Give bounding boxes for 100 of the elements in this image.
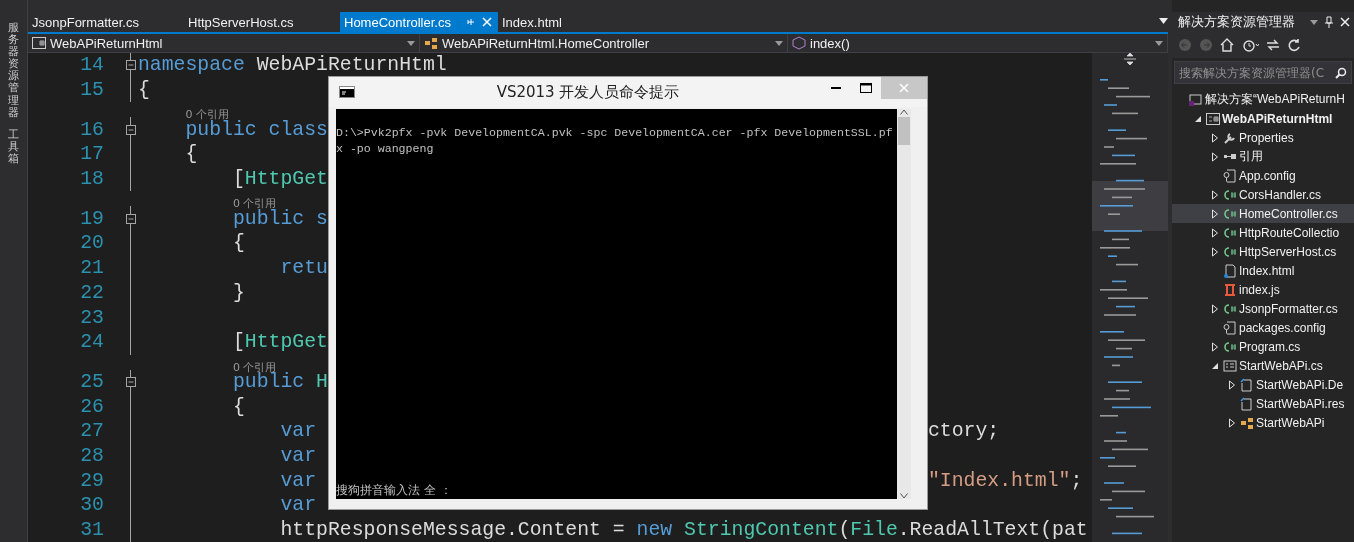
- js-file-icon: [1223, 282, 1237, 297]
- collapsed-arrow-icon[interactable]: [1210, 246, 1219, 257]
- tree-item[interactable]: StartWebAPi.De: [1172, 375, 1354, 394]
- config-file-icon: [1223, 168, 1237, 183]
- csharp-file-icon: [1223, 225, 1237, 240]
- collapsed-arrow-icon[interactable]: [1227, 379, 1236, 390]
- document-tab[interactable]: JsonpFormatter.cs: [28, 12, 184, 32]
- expanded-arrow-icon[interactable]: [1210, 361, 1219, 370]
- code-text: ctory;: [928, 420, 1000, 443]
- scroll-down-icon[interactable]: [900, 493, 908, 499]
- code-text: [HttpGet: [232, 168, 328, 191]
- csharp-file-icon: [1223, 187, 1237, 202]
- tree-item[interactable]: packages.config: [1172, 318, 1354, 337]
- csharp-project-icon: [1206, 111, 1220, 126]
- csharp-project-icon: [32, 36, 46, 50]
- sync-icon[interactable]: [1266, 38, 1280, 52]
- designer-file-icon: [1240, 396, 1254, 411]
- line-number: 23: [79, 306, 105, 329]
- scrollbar-thumb[interactable]: [898, 117, 910, 145]
- dropdown-caret-icon[interactable]: [775, 40, 783, 46]
- panel-menu-caret-icon[interactable]: [1310, 19, 1318, 25]
- line-number: 19: [79, 207, 105, 230]
- line-number: 14: [79, 54, 105, 77]
- code-text: var: [280, 494, 317, 517]
- tree-item[interactable]: Program.cs: [1172, 337, 1354, 356]
- code-text: "Index.html";: [928, 469, 1083, 492]
- tree-item[interactable]: HttpServerHost.cs: [1172, 242, 1354, 261]
- tree-item[interactable]: HomeController.cs: [1172, 204, 1354, 223]
- close-icon[interactable]: [1340, 17, 1350, 27]
- code-text: {: [138, 79, 150, 102]
- line-number: 26: [79, 395, 105, 418]
- collapsed-arrow-icon[interactable]: [1210, 303, 1219, 314]
- tree-item[interactable]: WebAPiReturnHtml: [1172, 109, 1354, 128]
- csharp-file-icon: [1223, 244, 1237, 259]
- collapse-toggle-icon[interactable]: [126, 376, 136, 387]
- line-number: 25: [79, 370, 105, 393]
- collapsed-arrow-icon[interactable]: [1210, 341, 1219, 352]
- code-text: }: [232, 281, 245, 304]
- document-tab[interactable]: HttpServerHost.cs: [184, 12, 340, 32]
- tree-item[interactable]: HttpRouteCollectio: [1172, 223, 1354, 242]
- close-icon: [899, 83, 909, 93]
- home-icon[interactable]: [1220, 38, 1234, 52]
- split-handle-icon[interactable]: [1124, 53, 1136, 65]
- form-file-icon: [1223, 358, 1237, 373]
- window-title: VS2013 开发人员命令提示: [495, 82, 681, 102]
- line-number: 22: [79, 281, 105, 304]
- side-panel-tab[interactable]: 服务器资源管理器: [8, 22, 19, 119]
- collapse-toggle-icon[interactable]: [126, 124, 136, 135]
- side-panel-tab[interactable]: 工具箱: [8, 128, 19, 166]
- collapsed-arrow-icon[interactable]: [1210, 189, 1219, 200]
- tree-item[interactable]: CorsHandler.cs: [1172, 185, 1354, 204]
- tree-item[interactable]: JsonpFormatter.cs: [1172, 299, 1354, 318]
- code-text: [HttpGet: [232, 331, 328, 354]
- dropdown-caret-icon[interactable]: [1155, 40, 1163, 46]
- maximize-icon: [860, 83, 872, 93]
- tree-item[interactable]: index.js: [1172, 280, 1354, 299]
- line-number: 20: [79, 232, 105, 255]
- tab-list-caret-icon[interactable]: [1159, 18, 1168, 24]
- dropdown-caret-icon[interactable]: [407, 40, 415, 46]
- minimize-icon: [831, 87, 841, 89]
- method-icon: [792, 36, 806, 50]
- line-number: 16: [79, 118, 105, 141]
- line-number: 27: [79, 420, 105, 443]
- line-number: 24: [79, 331, 105, 354]
- tree-item[interactable]: StartWebAPi.res: [1172, 394, 1354, 413]
- tree-item[interactable]: StartWebAPi: [1172, 413, 1354, 432]
- collapsed-arrow-icon[interactable]: [1210, 132, 1219, 143]
- tree-item[interactable]: Index.html: [1172, 261, 1354, 280]
- code-text: var: [280, 420, 317, 443]
- code-text: namespace WebAPiReturnHtml: [138, 54, 447, 77]
- search-field[interactable]: 搜索解决方案资源管理器(C: [1174, 61, 1352, 84]
- solution-icon: [1189, 92, 1203, 107]
- navigation-dropdown[interactable]: index(): [788, 34, 1168, 52]
- expanded-arrow-icon[interactable]: [1193, 114, 1202, 123]
- line-number: 28: [79, 444, 105, 467]
- refresh-icon[interactable]: [1287, 38, 1301, 52]
- pin-icon[interactable]: [1324, 16, 1334, 28]
- csharp-file-icon: [1223, 339, 1237, 354]
- navigation-dropdown[interactable]: WebAPiReturnHtml: [28, 34, 420, 52]
- collapsed-arrow-icon[interactable]: [1210, 227, 1219, 238]
- collapsed-arrow-icon[interactable]: [1210, 208, 1219, 219]
- document-tab[interactable]: Index.html: [498, 12, 654, 32]
- class-icon: [1240, 415, 1254, 430]
- input-method-status: 搜狗拼音输入法 全 ：: [336, 482, 453, 499]
- console-icon: [339, 86, 355, 98]
- collapse-toggle-icon[interactable]: [126, 213, 136, 224]
- tree-item[interactable]: 引用: [1172, 147, 1354, 166]
- collapsed-arrow-icon[interactable]: [1227, 417, 1236, 428]
- tree-item[interactable]: App.config: [1172, 166, 1354, 185]
- console-output-line: D:\>Pvk2pfx -pvk DevelopmentCA.pvk -spc DevelopmentCA.cer -pfx DevelopmentSSL.pf: [336, 125, 894, 141]
- navigation-dropdown[interactable]: WebAPiReturnHtml.HomeController: [420, 34, 788, 52]
- tree-item[interactable]: 解决方案“WebAPiReturnH: [1172, 90, 1354, 109]
- tree-item[interactable]: Properties: [1172, 128, 1354, 147]
- scroll-up-icon[interactable]: [900, 109, 908, 115]
- tree-item[interactable]: StartWebAPi.cs: [1172, 356, 1354, 375]
- csharp-file-icon: [1223, 206, 1237, 221]
- collapsed-arrow-icon[interactable]: [1210, 151, 1219, 162]
- history-icon[interactable]: [1241, 38, 1259, 52]
- line-number: 21: [79, 257, 105, 280]
- collapse-toggle-icon[interactable]: [126, 60, 136, 71]
